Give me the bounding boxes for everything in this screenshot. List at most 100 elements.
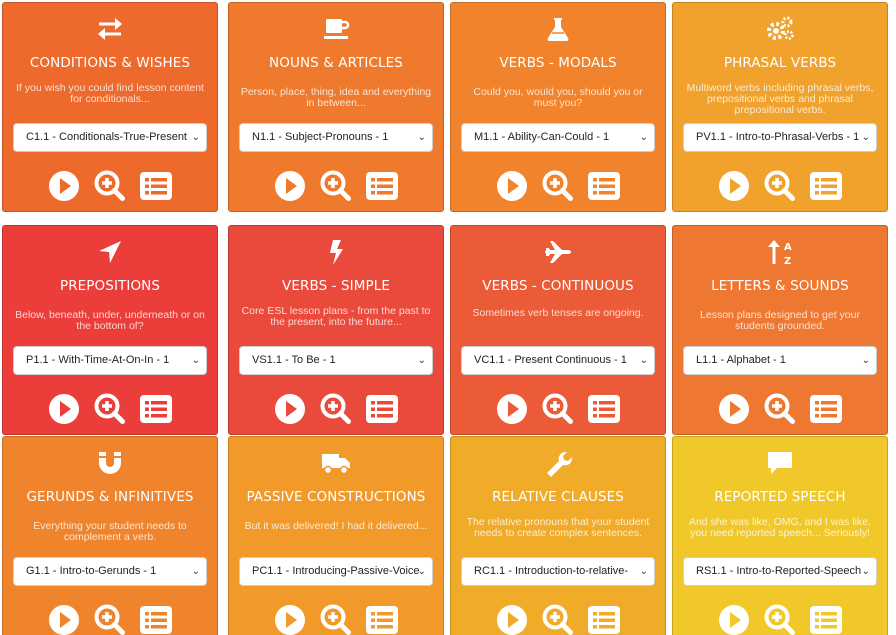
list-icon[interactable] — [139, 603, 173, 635]
lesson-select[interactable]: VC1.1 - Present Continuous - 1 ⌄ — [461, 346, 655, 375]
zoom-in-icon[interactable] — [93, 603, 127, 635]
play-icon[interactable] — [717, 603, 751, 635]
play-icon[interactable] — [273, 169, 307, 203]
play-icon[interactable] — [717, 169, 751, 203]
play-icon[interactable] — [273, 603, 307, 635]
play-icon[interactable] — [495, 603, 529, 635]
zoom-in-icon[interactable] — [541, 169, 575, 203]
lesson-select[interactable]: C1.1 - Conditionals-True-Present ⌄ — [13, 123, 207, 152]
play-icon[interactable] — [273, 392, 307, 426]
gears-icon — [673, 15, 887, 43]
card-title: RELATIVE CLAUSES — [492, 489, 624, 505]
card-actions — [451, 169, 665, 203]
lesson-select[interactable]: RS1.1 - Intro-to-Reported-Speech ⌄ — [683, 557, 877, 586]
chevron-down-icon: ⌄ — [639, 355, 648, 366]
category-card-phrasal-verbs: PHRASAL VERBS Multiword verbs including p… — [672, 2, 888, 212]
coffee-cup-icon — [229, 15, 443, 43]
card-description: Lesson plans designed to get your studen… — [700, 309, 860, 332]
lesson-select-value: PV1.1 - Intro-to-Phrasal-Verbs - 1 — [696, 131, 860, 143]
card-actions — [673, 392, 887, 426]
card-description: Could you, would you, should you or must… — [473, 86, 643, 109]
card-actions — [451, 392, 665, 426]
category-card-reported-speech: REPORTED SPEECH And she was like, OMG, an… — [672, 436, 888, 635]
category-card-relative-clauses: RELATIVE CLAUSES The relative pronouns th… — [450, 436, 666, 635]
list-icon[interactable] — [809, 169, 843, 203]
chevron-down-icon: ⌄ — [417, 566, 426, 577]
lesson-select-value: PC1.1 - Introducing-Passive-Voice — [252, 565, 420, 577]
truck-icon — [229, 449, 443, 477]
play-icon[interactable] — [47, 392, 81, 426]
lesson-select[interactable]: N1.1 - Subject-Pronouns - 1 ⌄ — [239, 123, 433, 152]
category-card-conditions-wishes: CONDITIONS & WISHES If you wish you could… — [2, 2, 218, 212]
list-icon[interactable] — [809, 392, 843, 426]
flask-icon — [451, 15, 665, 43]
card-description: But it was delivered! I had it delivered… — [244, 520, 428, 532]
list-icon[interactable] — [139, 169, 173, 203]
play-icon[interactable] — [47, 169, 81, 203]
play-icon[interactable] — [717, 392, 751, 426]
list-icon[interactable] — [587, 392, 621, 426]
lesson-select[interactable]: L1.1 - Alphabet - 1 ⌄ — [683, 346, 877, 375]
lesson-select[interactable]: G1.1 - Intro-to-Gerunds - 1 ⌄ — [13, 557, 207, 586]
lesson-select[interactable]: RC1.1 - Introduction-to-relative- ⌄ — [461, 557, 655, 586]
chevron-down-icon: ⌄ — [417, 132, 426, 143]
zoom-in-icon[interactable] — [763, 169, 797, 203]
bolt-icon — [229, 238, 443, 266]
card-actions — [3, 169, 217, 203]
card-description: Multiword verbs including phrasal verbs,… — [686, 82, 874, 116]
card-description: Below, beneath, under, underneath or on … — [15, 309, 205, 332]
card-description: Core ESL lesson plans - from the past to… — [241, 305, 431, 328]
lesson-select[interactable]: M1.1 - Ability-Can-Could - 1 ⌄ — [461, 123, 655, 152]
sort-alpha-icon: AZ — [673, 238, 887, 266]
play-icon[interactable] — [495, 169, 529, 203]
list-icon[interactable] — [809, 603, 843, 635]
chevron-down-icon: ⌄ — [191, 566, 200, 577]
zoom-in-icon[interactable] — [763, 392, 797, 426]
list-icon[interactable] — [587, 603, 621, 635]
card-description: Everything your student needs to complem… — [33, 520, 187, 543]
chevron-down-icon: ⌄ — [861, 132, 870, 143]
list-icon[interactable] — [365, 603, 399, 635]
category-card-nouns-articles: NOUNS & ARTICLES Person, place, thing, id… — [228, 2, 444, 212]
speech-bubble-icon — [673, 449, 887, 477]
lesson-select-value: G1.1 - Intro-to-Gerunds - 1 — [26, 565, 157, 577]
card-title: CONDITIONS & WISHES — [29, 55, 191, 71]
lesson-select[interactable]: P1.1 - With-Time-At-On-In - 1 ⌄ — [13, 346, 207, 375]
lesson-select[interactable]: VS1.1 - To Be - 1 ⌄ — [239, 346, 433, 375]
lesson-select[interactable]: PV1.1 - Intro-to-Phrasal-Verbs - 1 ⌄ — [683, 123, 877, 152]
card-title: REPORTED SPEECH — [714, 489, 846, 505]
exchange-icon — [3, 15, 217, 43]
list-icon[interactable] — [365, 169, 399, 203]
zoom-in-icon[interactable] — [93, 169, 127, 203]
lesson-select-value: L1.1 - Alphabet - 1 — [696, 354, 786, 366]
magnet-icon — [3, 449, 217, 477]
category-card-verbs-modals: VERBS - MODALS Could you, would you, shou… — [450, 2, 666, 212]
lesson-select-value: VC1.1 - Present Continuous - 1 — [474, 354, 627, 366]
zoom-in-icon[interactable] — [319, 169, 353, 203]
play-icon[interactable] — [47, 603, 81, 635]
list-icon[interactable] — [365, 392, 399, 426]
wrench-icon — [451, 449, 665, 477]
chevron-down-icon: ⌄ — [191, 355, 200, 366]
card-actions — [3, 603, 217, 635]
zoom-in-icon[interactable] — [541, 603, 575, 635]
zoom-in-icon[interactable] — [541, 392, 575, 426]
category-card-verbs-continuous: VERBS - CONTINUOUS Sometimes verb tenses … — [450, 225, 666, 435]
card-actions — [229, 603, 443, 635]
lesson-select-value: VS1.1 - To Be - 1 — [252, 354, 336, 366]
card-title: GERUNDS & INFINITIVES — [26, 489, 194, 505]
zoom-in-icon[interactable] — [319, 603, 353, 635]
list-icon[interactable] — [587, 169, 621, 203]
card-description: If you wish you could find lesson conten… — [16, 82, 204, 105]
zoom-in-icon[interactable] — [319, 392, 353, 426]
zoom-in-icon[interactable] — [763, 603, 797, 635]
card-description: The relative pronouns that your student … — [466, 516, 650, 539]
category-card-prepositions: PREPOSITIONS Below, beneath, under, under… — [2, 225, 218, 435]
play-icon[interactable] — [495, 392, 529, 426]
list-icon[interactable] — [139, 392, 173, 426]
zoom-in-icon[interactable] — [93, 392, 127, 426]
lesson-select[interactable]: PC1.1 - Introducing-Passive-Voice ⌄ — [239, 557, 433, 586]
card-title: PASSIVE CONSTRUCTIONS — [246, 489, 426, 505]
chevron-down-icon: ⌄ — [191, 132, 200, 143]
category-card-gerunds-infinitives: GERUNDS & INFINITIVES Everything your stu… — [2, 436, 218, 635]
